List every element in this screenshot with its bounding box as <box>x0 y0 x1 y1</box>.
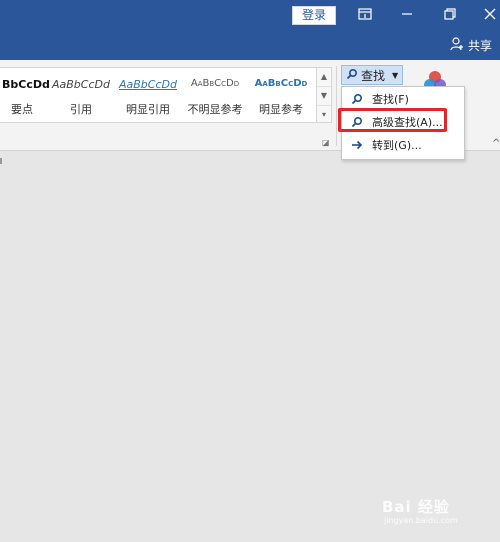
style-preview: AaBbCcDd <box>254 78 308 89</box>
style-preview: AaBbCcDd <box>190 78 240 89</box>
person-add-icon <box>449 36 465 55</box>
style-name: 要点 <box>11 103 33 116</box>
menu-item-label: 转到(G)... <box>372 139 422 152</box>
search-icon <box>346 68 358 83</box>
login-button[interactable]: 登录 <box>292 6 336 25</box>
ribbon-group-divider <box>336 66 337 146</box>
scroll-up-icon[interactable]: ▲ <box>317 68 331 87</box>
style-name: 明显参考 <box>259 103 303 116</box>
style-item-key-point[interactable]: BbCcDd 要点 <box>0 68 50 122</box>
collapse-ribbon-icon[interactable]: ^ <box>492 138 500 149</box>
share-button[interactable]: 共享 <box>449 36 492 55</box>
watermark-url: jingyan.baidu.com <box>384 516 458 525</box>
menu-item-find[interactable]: 查找(F) <box>342 88 464 110</box>
style-preview: AaBbCcDd <box>52 78 110 91</box>
gallery-scrollbar[interactable]: ▲ ▼ ▾ <box>316 67 332 123</box>
menu-item-goto[interactable]: 转到(G)... <box>342 134 464 156</box>
watermark-logo: Bai 经验 <box>382 498 450 516</box>
scroll-down-icon[interactable]: ▼ <box>317 87 331 106</box>
title-bar: 登录 共享 <box>0 0 500 60</box>
share-label: 共享 <box>467 39 492 53</box>
style-preview: AaBbCcDd <box>119 78 177 91</box>
annotation-highlight-box <box>338 108 447 132</box>
menu-item-label: 查找(F) <box>372 93 409 106</box>
find-button[interactable]: 查找 ▼ <box>341 65 403 85</box>
style-name: 明显引用 <box>126 103 170 116</box>
styles-gallery: BbCcDd 要点 AaBbCcDd 引用 AaBbCcDd 明显引用 AaBb… <box>0 67 319 123</box>
style-item-intense-reference[interactable]: AaBbCcDd 明显参考 <box>250 68 312 122</box>
chevron-down-icon: ▼ <box>392 70 399 80</box>
ruler-tick <box>0 158 2 164</box>
style-item-quote[interactable]: AaBbCcDd 引用 <box>50 68 112 122</box>
ribbon-display-options-icon[interactable] <box>352 4 378 24</box>
minimize-icon[interactable] <box>394 4 420 24</box>
close-icon[interactable] <box>480 4 500 24</box>
gallery-more-icon[interactable]: ▾ <box>317 106 331 124</box>
arrow-right-icon <box>342 139 372 151</box>
style-preview: BbCcDd <box>2 78 50 91</box>
style-name: 不明显参考 <box>187 103 243 116</box>
styles-dialog-launcher-icon[interactable]: ◪ <box>322 138 330 147</box>
restore-icon[interactable] <box>437 4 463 24</box>
search-icon <box>342 93 372 105</box>
style-name: 引用 <box>70 103 92 116</box>
watermark: Bai 经验 jingyan.baidu.com <box>382 488 494 528</box>
style-item-intense-quote[interactable]: AaBbCcDd 明显引用 <box>118 68 178 122</box>
find-label: 查找 <box>361 68 386 83</box>
style-item-subtle-reference[interactable]: AaBbCcDd 不明显参考 <box>184 68 246 122</box>
